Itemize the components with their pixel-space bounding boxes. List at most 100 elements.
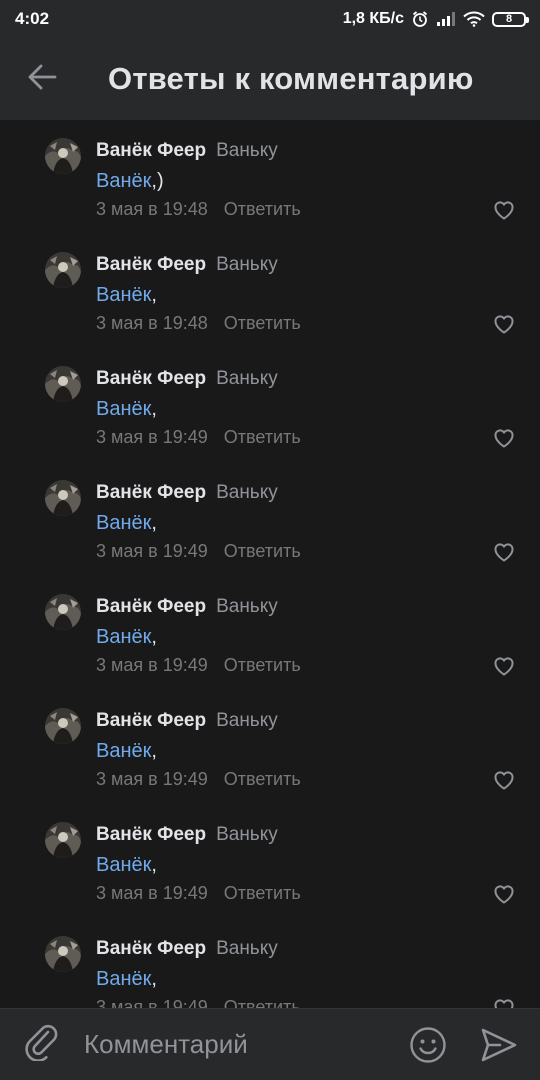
comment-body: Ванёк Феер Ваньку Ванёк, 3 мая в 19:49 Отв… <box>96 482 301 562</box>
comment-item: Ванёк Феер Ваньку Ванёк, 3 мая в 19:49 Отв… <box>0 462 540 576</box>
comment-item: Ванёк Феер Ваньку Ванёк, 3 мая в 19:49 Отв… <box>0 690 540 804</box>
comment-date: 3 мая в 19:49 <box>96 769 208 789</box>
comment-text-suffix: , <box>151 284 157 306</box>
like-button[interactable] <box>492 198 516 222</box>
heart-icon <box>492 885 516 910</box>
comment-author[interactable]: Ванёк Феер <box>96 824 206 845</box>
reply-button[interactable]: Ответить <box>224 997 301 1008</box>
heart-icon <box>492 771 516 796</box>
comment-meta: 3 мая в 19:49 Ответить <box>96 769 301 790</box>
like-button[interactable] <box>492 768 516 792</box>
comment-item: Ванёк Феер Ваньку Ванёк, 3 мая в 19:49 Отв… <box>0 804 540 918</box>
comment-date: 3 мая в 19:48 <box>96 313 208 333</box>
comment-date: 3 мая в 19:49 <box>96 427 208 447</box>
comment-date: 3 мая в 19:49 <box>96 541 208 561</box>
comment-reply-to[interactable]: Ваньку <box>216 254 278 275</box>
avatar[interactable] <box>45 936 81 972</box>
comment-mention-link[interactable]: Ванёк <box>96 968 151 990</box>
like-button[interactable] <box>492 426 516 450</box>
avatar[interactable] <box>45 366 81 402</box>
comment-body: Ванёк Феер Ваньку Ванёк, 3 мая в 19:49 Отв… <box>96 824 301 904</box>
attach-button[interactable] <box>0 1009 84 1080</box>
comment-author[interactable]: Ванёк Феер <box>96 482 206 503</box>
comment-body: Ванёк Феер Ваньку Ванёк, 3 мая в 19:49 Отв… <box>96 710 301 790</box>
comment-author[interactable]: Ванёк Феер <box>96 710 206 731</box>
battery-icon: 8 <box>492 11 529 27</box>
page-title: Ответы к комментарию <box>108 61 474 96</box>
comment-text-suffix: , <box>151 398 157 420</box>
comment-reply-to[interactable]: Ваньку <box>216 938 278 959</box>
comment-mention-link[interactable]: Ванёк <box>96 398 151 420</box>
comment-text: Ванёк, <box>96 968 301 991</box>
comment-text-suffix: , <box>151 626 157 648</box>
comment-reply-to[interactable]: Ваньку <box>216 710 278 731</box>
comment-reply-to[interactable]: Ваньку <box>216 596 278 617</box>
comment-header: Ванёк Феер Ваньку <box>96 254 301 278</box>
back-button[interactable] <box>0 38 84 120</box>
wifi-icon <box>463 11 485 27</box>
comment-mention-link[interactable]: Ванёк <box>96 170 151 192</box>
comment-reply-to[interactable]: Ваньку <box>216 140 278 161</box>
comment-body: Ванёк Феер Ваньку Ванёк, 3 мая в 19:48 Отв… <box>96 254 301 334</box>
comment-reply-to[interactable]: Ваньку <box>216 368 278 389</box>
avatar[interactable] <box>45 138 81 174</box>
heart-icon <box>492 429 516 454</box>
comment-reply-to[interactable]: Ваньку <box>216 482 278 503</box>
comment-mention-link[interactable]: Ванёк <box>96 512 151 534</box>
comment-mention-link[interactable]: Ванёк <box>96 740 151 762</box>
comment-body: Ванёк Феер Ваньку Ванёк, 3 мая в 19:49 Отв… <box>96 596 301 676</box>
comment-author[interactable]: Ванёк Феер <box>96 938 206 959</box>
comment-mention-link[interactable]: Ванёк <box>96 626 151 648</box>
reply-button[interactable]: Ответить <box>224 427 301 447</box>
reply-button[interactable]: Ответить <box>224 769 301 789</box>
comment-date: 3 мая в 19:49 <box>96 997 208 1008</box>
comment-text: Ванёк, <box>96 512 301 535</box>
comment-header: Ванёк Феер Ваньку <box>96 482 301 506</box>
reply-button[interactable]: Ответить <box>224 199 301 219</box>
comment-author[interactable]: Ванёк Феер <box>96 140 206 161</box>
send-button[interactable] <box>480 1027 518 1063</box>
comment-text-suffix: , <box>151 854 157 876</box>
comment-header: Ванёк Феер Ваньку <box>96 596 301 620</box>
comment-author[interactable]: Ванёк Феер <box>96 368 206 389</box>
like-button[interactable] <box>492 996 516 1008</box>
comment-header: Ванёк Феер Ваньку <box>96 938 301 962</box>
comment-date: 3 мая в 19:48 <box>96 199 208 219</box>
comment-reply-to[interactable]: Ваньку <box>216 824 278 845</box>
comment-mention-link[interactable]: Ванёк <box>96 284 151 306</box>
comment-item: Ванёк Феер Ваньку Ванёк, 3 мая в 19:49 Отв… <box>0 918 540 1008</box>
like-button[interactable] <box>492 882 516 906</box>
avatar[interactable] <box>45 252 81 288</box>
avatar[interactable] <box>45 480 81 516</box>
comment-mention-link[interactable]: Ванёк <box>96 854 151 876</box>
like-button[interactable] <box>492 540 516 564</box>
comment-author[interactable]: Ванёк Феер <box>96 254 206 275</box>
avatar[interactable] <box>45 708 81 744</box>
comment-item: Ванёк Феер Ваньку Ванёк, 3 мая в 19:49 Отв… <box>0 348 540 462</box>
comment-meta: 3 мая в 19:49 Ответить <box>96 655 301 676</box>
like-button[interactable] <box>492 654 516 678</box>
comment-meta: 3 мая в 19:49 Ответить <box>96 541 301 562</box>
comment-text-suffix: , <box>151 740 157 762</box>
comment-date: 3 мая в 19:49 <box>96 655 208 675</box>
reply-button[interactable]: Ответить <box>224 541 301 561</box>
comment-item: Ванёк Феер Ваньку Ванёк,) 3 мая в 19:48 От… <box>0 120 540 234</box>
comment-meta: 3 мая в 19:49 Ответить <box>96 427 301 448</box>
reply-button[interactable]: Ответить <box>224 655 301 675</box>
emoji-button[interactable] <box>409 1026 447 1064</box>
comments-list[interactable]: Ванёк Феер Ваньку Ванёк,) 3 мая в 19:48 От… <box>0 120 540 1008</box>
alarm-icon <box>411 10 429 28</box>
comment-text-suffix: , <box>151 968 157 990</box>
avatar[interactable] <box>45 594 81 630</box>
comment-input[interactable] <box>84 1024 419 1065</box>
reply-button[interactable]: Ответить <box>224 313 301 333</box>
avatar[interactable] <box>45 822 81 858</box>
reply-button[interactable]: Ответить <box>224 883 301 903</box>
comment-text-suffix: ,) <box>151 170 164 192</box>
paperclip-icon <box>25 1023 59 1066</box>
comment-author[interactable]: Ванёк Феер <box>96 596 206 617</box>
comment-item: Ванёк Феер Ваньку Ванёк, 3 мая в 19:48 Отв… <box>0 234 540 348</box>
comment-meta: 3 мая в 19:49 Ответить <box>96 997 301 1008</box>
status-time: 4:02 <box>15 9 50 28</box>
like-button[interactable] <box>492 312 516 336</box>
